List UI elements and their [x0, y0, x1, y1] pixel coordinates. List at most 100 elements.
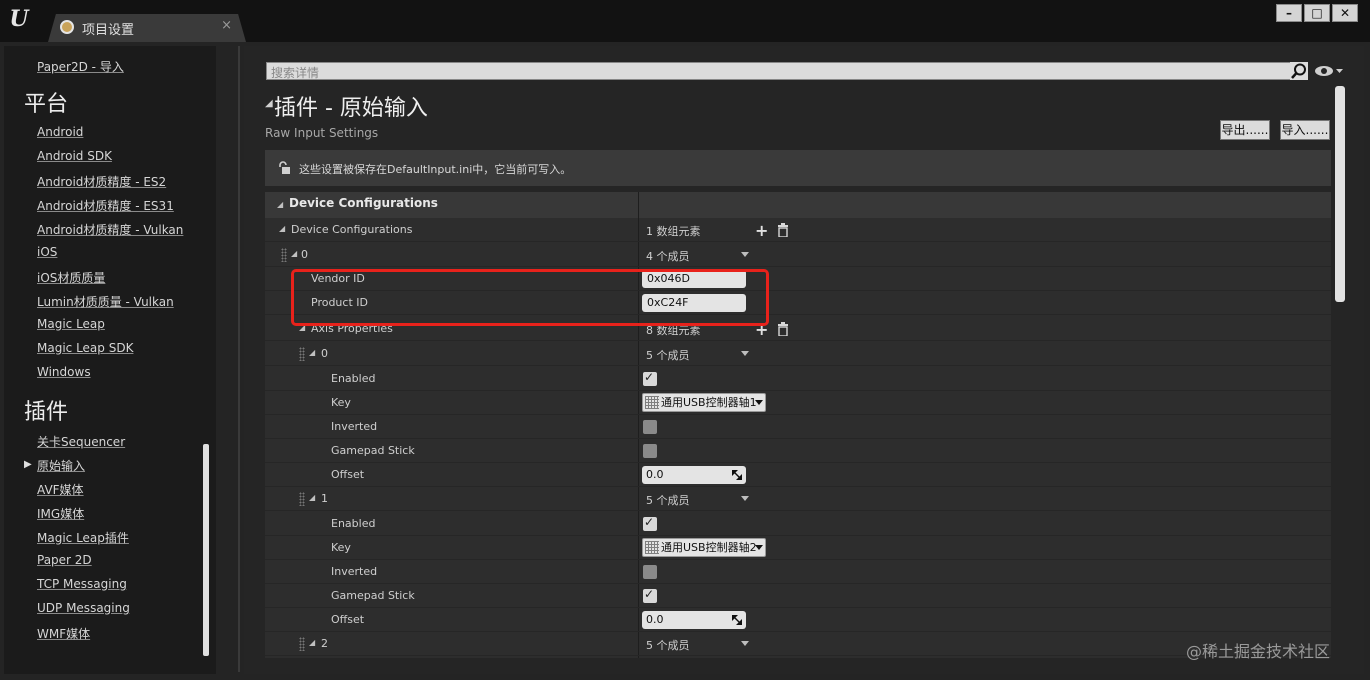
- expand-icon[interactable]: ◢: [279, 224, 285, 233]
- expand-icon[interactable]: ◢: [309, 638, 315, 647]
- sidebar-item-tcp-messaging[interactable]: TCP Messaging: [37, 577, 127, 591]
- sidebar-item-ios-material[interactable]: iOS材质质量: [37, 269, 105, 286]
- category-header[interactable]: ◢ Device Configurations: [265, 192, 1331, 218]
- resize-icon[interactable]: [732, 615, 742, 625]
- gamepad-stick-checkbox[interactable]: ✓: [643, 587, 657, 603]
- sidebar-item-magic-leap-sdk[interactable]: Magic Leap SDK: [37, 341, 133, 355]
- trash-icon[interactable]: [777, 322, 789, 336]
- chevron-down-icon[interactable]: [741, 252, 749, 257]
- check-icon: ✓: [644, 587, 655, 601]
- sidebar-item-android-es2[interactable]: Android材质精度 - ES2: [37, 173, 166, 190]
- property-row-vendor-id: Vendor ID 0x046D: [265, 267, 1331, 291]
- property-row-gamepad-stick: Gamepad Stick ✓: [265, 584, 1331, 608]
- sidebar-item-android-sdk[interactable]: Android SDK: [37, 149, 112, 163]
- check-icon: ✓: [644, 370, 655, 384]
- sidebar-item-paper2d-import[interactable]: Paper2D - 导入: [37, 58, 124, 75]
- tab-project-settings[interactable]: 项目设置 ×: [48, 14, 246, 42]
- sidebar-item-ios[interactable]: iOS: [37, 245, 57, 259]
- resize-icon[interactable]: [732, 470, 742, 480]
- sidebar-item-android-es31[interactable]: Android材质精度 - ES31: [37, 197, 174, 214]
- property-label: Inverted: [331, 420, 378, 433]
- sidebar-item-windows[interactable]: Windows: [37, 365, 91, 379]
- minimize-button[interactable]: –: [1276, 4, 1302, 22]
- property-row-offset: Offset 0.0: [265, 608, 1331, 632]
- property-label: Enabled: [331, 372, 376, 385]
- property-row-enabled: Enabled ✓: [265, 512, 1331, 536]
- sidebar-item-raw-input[interactable]: 原始输入: [37, 457, 85, 474]
- offset-input[interactable]: 0.0: [642, 466, 746, 484]
- add-element-icon[interactable]: +: [755, 221, 768, 240]
- sidebar-scrollbar[interactable]: [203, 444, 209, 656]
- eye-view-options-icon[interactable]: [1314, 64, 1344, 78]
- search-input[interactable]: 搜索详情: [266, 62, 1308, 80]
- property-row-axis-properties: ◢ Axis Properties 8 数组元素 +: [265, 317, 1331, 341]
- drag-handle-icon[interactable]: [299, 347, 305, 361]
- notice-text: 这些设置被保存在DefaultInput.ini中，它当前可写入。: [299, 163, 572, 176]
- import-button[interactable]: 导入......: [1280, 120, 1330, 140]
- inverted-checkbox[interactable]: [643, 565, 657, 579]
- maximize-button[interactable]: □: [1304, 4, 1330, 22]
- unlock-icon: [279, 161, 290, 174]
- enabled-checkbox[interactable]: ✓: [643, 370, 657, 386]
- drag-handle-icon[interactable]: [281, 248, 287, 262]
- export-button[interactable]: 导出......: [1220, 120, 1270, 140]
- category-expand-icon[interactable]: ◢: [277, 200, 283, 209]
- property-row-gamepad-stick: Gamepad Stick: [265, 439, 1331, 463]
- tab-close-icon[interactable]: ×: [221, 18, 232, 33]
- sidebar-item-img-media[interactable]: IMG媒体: [37, 505, 84, 522]
- category-title: Device Configurations: [289, 196, 438, 210]
- pane-divider[interactable]: [238, 46, 240, 672]
- property-row-inverted: Inverted: [265, 560, 1331, 584]
- details-scrollbar[interactable]: [1335, 86, 1345, 302]
- trash-icon[interactable]: [777, 223, 789, 237]
- page-title: 插件 - 原始输入: [274, 96, 428, 121]
- offset-input[interactable]: 0.0: [642, 611, 746, 629]
- key-select[interactable]: 通用USB控制器轴2: [642, 538, 766, 557]
- title-bar: U 项目设置 × – □ ✕: [0, 0, 1370, 42]
- sidebar-item-magic-leap[interactable]: Magic Leap: [37, 317, 105, 331]
- product-id-input[interactable]: 0xC24F: [642, 294, 746, 312]
- property-label: Axis Properties: [311, 322, 393, 335]
- sidebar-item-magic-leap-plugin[interactable]: Magic Leap插件: [37, 529, 129, 546]
- expand-icon[interactable]: ◢: [299, 323, 305, 332]
- title-collapse-icon[interactable]: ◢: [265, 98, 273, 109]
- sidebar-item-wmf-media[interactable]: WMF媒体: [37, 625, 90, 642]
- close-button[interactable]: ✕: [1332, 4, 1358, 22]
- search-placeholder: 搜索详情: [271, 66, 320, 80]
- sidebar-item-android[interactable]: Android: [37, 125, 83, 139]
- expand-icon[interactable]: ◢: [291, 249, 297, 258]
- property-row-axis-2: ◢ 2 5 个成员: [265, 632, 1331, 656]
- expand-icon[interactable]: ◢: [309, 493, 315, 502]
- config-notice-banner: 这些设置被保存在DefaultInput.ini中，它当前可写入。: [265, 150, 1331, 186]
- sidebar-item-paper-2d[interactable]: Paper 2D: [37, 553, 92, 567]
- drag-handle-icon[interactable]: [299, 637, 305, 651]
- sidebar-item-udp-messaging[interactable]: UDP Messaging: [37, 601, 130, 615]
- key-select[interactable]: 通用USB控制器轴1: [642, 393, 766, 412]
- settings-gear-icon: [60, 20, 74, 34]
- chevron-down-icon[interactable]: [741, 351, 749, 356]
- sidebar-item-avf-media[interactable]: AVF媒体: [37, 481, 84, 498]
- chevron-down-icon: [755, 400, 763, 405]
- property-label: Offset: [331, 468, 365, 481]
- page-subtitle: Raw Input Settings: [265, 126, 379, 140]
- sidebar-item-android-vulkan[interactable]: Android材质精度 - Vulkan: [37, 221, 183, 238]
- add-element-icon[interactable]: +: [755, 320, 768, 339]
- keyboard-icon: [645, 396, 659, 409]
- unreal-logo-icon[interactable]: U: [6, 6, 32, 32]
- inverted-checkbox[interactable]: [643, 420, 657, 434]
- offset-value: 0.0: [646, 468, 664, 481]
- expand-icon[interactable]: ◢: [309, 348, 315, 357]
- sidebar-item-lumin-vulkan[interactable]: Lumin材质质量 - Vulkan: [37, 293, 174, 310]
- window-controls: – □ ✕: [1276, 4, 1358, 22]
- vendor-id-input[interactable]: 0x046D: [642, 270, 746, 288]
- enabled-checkbox[interactable]: ✓: [643, 515, 657, 531]
- property-label: Inverted: [331, 565, 378, 578]
- chevron-down-icon[interactable]: [741, 496, 749, 501]
- search-icon[interactable]: [1290, 62, 1308, 80]
- drag-handle-icon[interactable]: [299, 492, 305, 506]
- chevron-down-icon[interactable]: [741, 641, 749, 646]
- property-label: Key: [331, 541, 351, 554]
- sidebar-item-level-sequencer[interactable]: 关卡Sequencer: [37, 433, 125, 450]
- property-row-key: Key 通用USB控制器轴2: [265, 536, 1331, 560]
- gamepad-stick-checkbox[interactable]: [643, 444, 657, 458]
